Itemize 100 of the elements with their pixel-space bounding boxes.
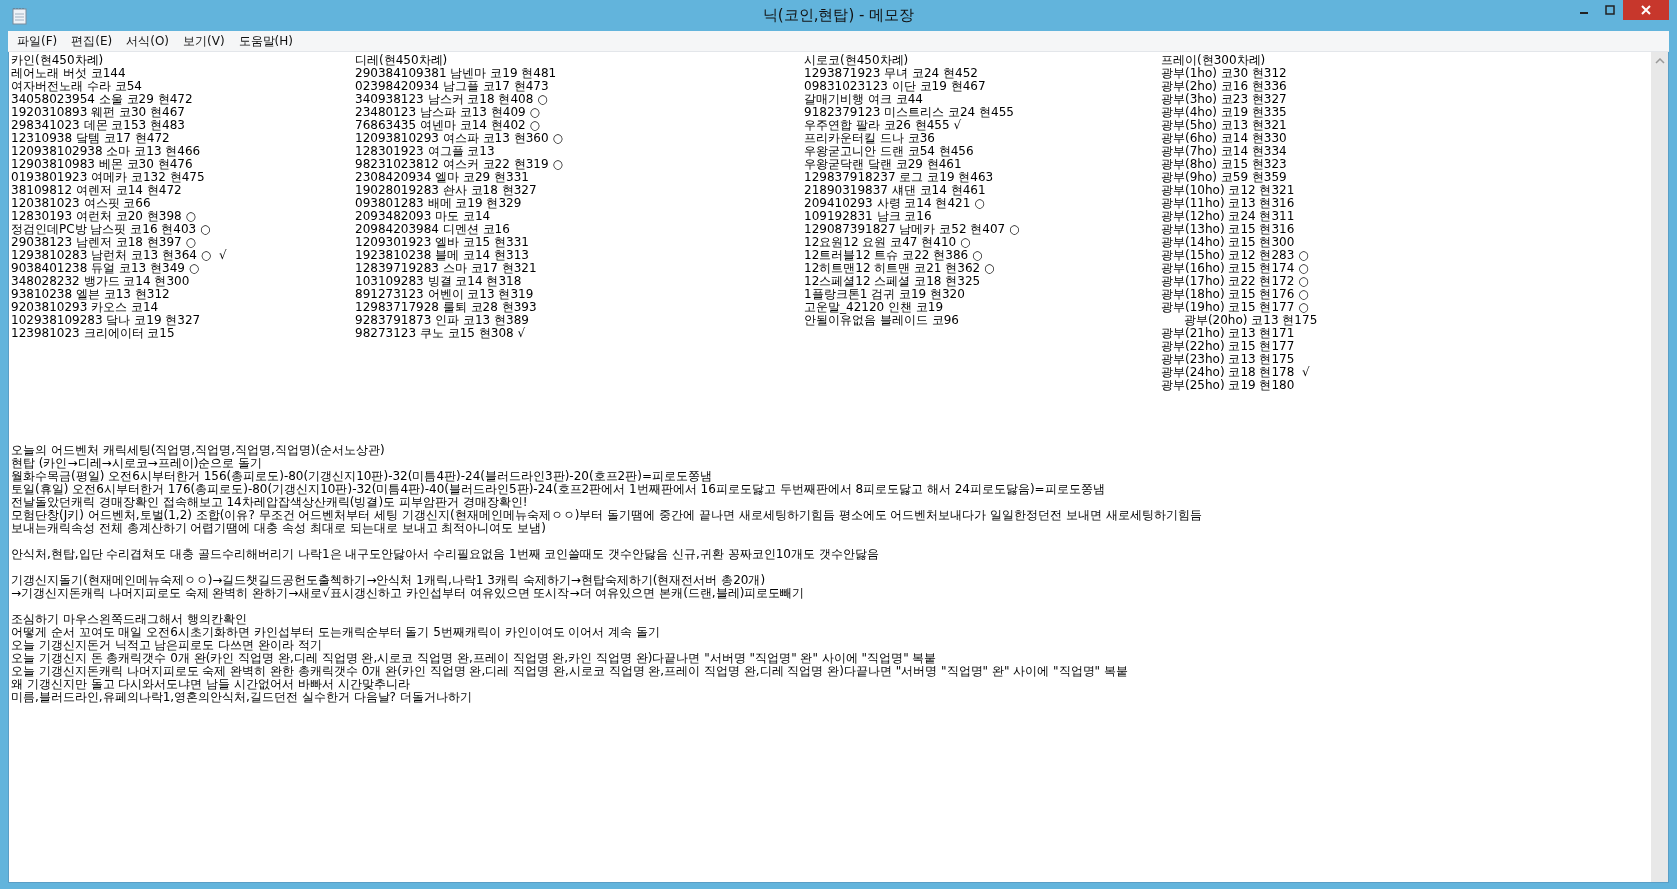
text-line: 고운말_42120 인챈 코19 [804,301,945,314]
text-line: 광부(22ho) 코15 현177 [1161,340,1296,353]
text-line: 1플랑크톤1 검귀 코19 현320 [804,288,966,301]
text-line: 광부(3ho) 코23 현327 [1161,93,1288,106]
text-line: 298341023 데몬 코153 현483 [11,119,186,132]
text-line: 오늘 기갱신지돈캐릭 나머지피로도 숙제 완벽히 완한 총캐릭갯수 0개 완(카인 직업명 완,디레 직업명 완,시로코 직업명 완,프레이 직업명 완,디레 직업명 완)다끝나면 "서버명 "직업명" 완" 사이에 "직업명" 복붙 [11,665,1129,678]
text-line: 12스페셜12 스페셜 코18 현325 [804,275,982,288]
text-line: →기갱신지돈캐릭 나머지피로도 숙제 완벽히 완하기→새로√표시갱신하고 카인섭부터 여유있으면 또시작→더 여유있으면 본캐(드랜,블레)피로도빼기 [11,587,806,600]
text-line: 1920310893 웨펀 코30 현467 [11,106,186,119]
text-line: 현탑 (카인→디레→시로코→프레이)순으로 돌기 [11,457,264,470]
text-line: 02398420934 남그플 코17 현473 [355,80,550,93]
text-line: 12903810983 베몬 코30 현476 [11,158,194,171]
text-line: 093801283 배메 코19 현329 [355,197,523,210]
text-line: 123981023 크리에이터 코15 [11,327,176,340]
text-line: 29038123 남렌저 코18 현397 ○ [11,236,197,249]
scroll-up-icon[interactable] [1654,58,1665,64]
text-line: 광부(12ho) 코24 현311 [1161,210,1296,223]
text-line: 갈매기비행 여크 코44 [804,93,924,106]
text-line: 09831023123 이단 코19 현467 [804,80,987,93]
text-line: 광부(19ho) 코15 현177 ○ [1161,301,1310,314]
text-line: 광부(2ho) 코16 현336 [1161,80,1288,93]
text-line: 12요원12 요원 코47 현410 ○ [804,236,972,249]
text-line: 9038401238 듀얼 코13 현349 ○ [11,262,201,275]
text-line: 오늘 기갱신지돈거 닉적고 남은피로도 다쓰면 완이라 적기 [11,639,323,652]
text-line: 디레(현450차례) [355,54,449,67]
window-title: 닉(코인,현탑) - 메모장 [762,6,915,25]
text-line: 102938109283 닼나 코19 현327 [11,314,202,327]
text-line: 우왕굳닥랜 닼랜 코29 현461 [804,158,963,171]
text-line: 12310938 닼템 코17 현472 [11,132,171,145]
text-line: 9182379123 미스트리스 코24 현455 [804,106,1015,119]
text-line: 우주연합 팔라 코26 현455 √ [804,119,963,132]
minimize-icon [1580,12,1588,14]
menu-item[interactable]: 도움말(H) [231,32,300,50]
text-line: 광부(13ho) 코15 현316 [1161,223,1296,236]
text-line: 광부(24ho) 코18 현178 √ [1161,366,1311,379]
text-line: 모험단창(J키) 어드벤처,토벌(1,2) 조합(이유? 무조건 어드벤처부터 세팅 기갱신지(현재메인메뉴숙제ㅇㅇ)부터 돌기땜에 중간에 끝나면 새로세팅하기힘듬 평소에도 어드벤처보내다가 일일한정던전 보내면 새로세팅하기힘듬 [11,509,1203,522]
text-line: 광부(16ho) 코15 현174 ○ [1161,262,1310,275]
text-line: 광부(17ho) 코22 현172 ○ [1161,275,1310,288]
text-line: 120381023 여스핏 코66 [11,197,152,210]
text-line: 오늘 기갱신지 돈 총캐릭갯수 0개 완(카인 직업명 완,디레 직업명 완,시로코 직업명 완,프레이 직업명 완,카인 직업명 완)다끝나면 "서버명 "직업명" 완" 사이에 "직업명" 복붙 [11,652,938,665]
text-line: 안될이유없음 블레이드 코96 [804,314,960,327]
text-line: 12983717928 룰퇴 코28 현393 [355,301,538,314]
text-line: 93810238 엘븐 코13 현312 [11,288,171,301]
text-line: 월화수목금(평일) 오전6시부터한거 156(총피로도)-80(기갱신지10판)-32(미틈4판)-24(블러드라인3판)-20(호프2판)=피로도쫑냄 [11,470,713,483]
text-line: 2308420934 엘마 코29 현331 [355,171,530,184]
text-line: 광부(25ho) 코19 현180 [1161,379,1296,392]
text-line: 103109283 빙결 코14 현318 [355,275,523,288]
menu-item[interactable]: 파일(F) [10,32,65,50]
text-line: 290384109381 남넨마 코19 현481 [355,67,558,80]
text-line: 2093482093 마도 코14 [355,210,492,223]
text-line: 348028232 뱅가드 코14 현300 [11,275,191,288]
text-line: 98273123 쿠노 코15 현308 √ [355,327,527,340]
text-line: 오늘의 어드벤처 캐릭세팅(직업명,직업명,직업명,직업명)(순서노상관) [11,444,386,457]
text-line: 토일(휴일) 오전6시부터한거 176(총피로도)-80(기갱신지10판)-32(미틈4판)-40(블러드라인5판)-24(호프2판에서 1번째판에서 16피로도닳고 두번째판에서 8피로도닳고 해서 24피로도닳음)=피로도쫑냄 [11,483,1106,496]
text-line: 129087391827 남메카 코52 현407 ○ [804,223,1021,236]
text-line: 카인(현450차례) [11,54,105,67]
text-line: 9283791873 인파 코13 현389 [355,314,530,327]
text-line: 34058023954 소울 코29 현472 [11,93,194,106]
text-line: 광부(6ho) 코14 현330 [1161,132,1288,145]
text-line: 1923810238 블메 코14 현313 [355,249,530,262]
text-line: 9203810293 카오스 코14 [11,301,160,314]
text-line: 1293810283 남런처 코13 현364 ○ √ [11,249,228,262]
text-line: 20984203984 디멘션 코16 [355,223,511,236]
text-line: 기갱신지돌기(현재메인메뉴숙제ㅇㅇ)→길드챗길드공헌도출첵하기→안식처 1캐릭,나락1 3캐릭 숙제하기→현탑숙제하기(현재전서버 총20개) [11,574,767,587]
text-line: 광부(14ho) 코15 현300 [1161,236,1296,249]
close-button[interactable] [1623,0,1669,20]
text-line: 미름,블러드라인,유페의나락1,영혼의안식처,길드던전 실수한거 다음날? 더돌거나하기 [11,691,473,704]
text-line: 광부(9ho) 코59 현359 [1161,171,1288,184]
text-line: 조심하기 마우스왼쪽드래그해서 행의칸확인 [11,613,248,626]
text-line: 12히트맨12 히트맨 코21 현362 ○ [804,262,996,275]
text-line: 1209301923 엘바 코15 현331 [355,236,530,249]
text-line: 안식처,현탑,입단 수리겹쳐도 대충 골드수리해버리기 나락1은 내구도안닳아서 수리필요없음 1번째 코인쓸때도 갯수안닳음 신규,귀환 꽁짜코인10개도 갯수안닳음 [11,548,880,561]
text-line: 209410293 사령 코14 현421 ○ [804,197,986,210]
text-line: 광부(21ho) 코13 현171 [1161,327,1296,340]
text-line: 1293871923 무녀 코24 현452 [804,67,979,80]
text-line: 여자버전노래 수라 코54 [11,80,143,93]
text-line: 광부(8ho) 코15 현323 [1161,158,1288,171]
menu-item[interactable]: 편집(E) [64,32,120,50]
text-line: 129837918237 로그 코19 현463 [804,171,995,184]
text-line: 98231023812 여스커 코22 현319 ○ [355,158,564,171]
text-line: 109192831 남크 코16 [804,210,933,223]
maximize-icon [1605,5,1615,15]
text-line: 프리카운터킬 드나 코36 [804,132,936,145]
text-line: 전날돌았던캐릭 경매장확인 접속해보고 14차레압잡색상산캐릭(빙결)도 피부암판거 경매장확인! [11,496,529,509]
text-line: 우왕굳고니안 드랜 코54 현456 [804,145,975,158]
menu-item[interactable]: 보기(V) [176,32,232,50]
text-line: 23480123 남스파 코13 현409 ○ [355,106,541,119]
text-line: 21890319837 섀댄 코14 현461 [804,184,987,197]
text-line: 광부(15ho) 코12 현283 ○ [1161,249,1310,262]
text-line: 광부(5ho) 코13 현321 [1161,119,1288,132]
text-line: 891273123 어벤이 코13 현319 [355,288,535,301]
menu-item[interactable]: 서식(O) [119,32,177,50]
text-line: 광부(11ho) 코13 현316 [1161,197,1296,210]
text-line: 0193801923 여메카 코132 현475 [11,171,206,184]
notepad-icon [12,6,28,25]
text-line: 128301923 여그플 코13 [355,145,496,158]
text-line: 12830193 여런처 코20 현398 ○ [11,210,197,223]
text-line: 정검인데PC방 남스핏 코16 현403 ○ [11,223,212,236]
text-line: 38109812 여렌저 코14 현472 [11,184,183,197]
text-line: 레어노래 버섯 코144 [11,67,127,80]
